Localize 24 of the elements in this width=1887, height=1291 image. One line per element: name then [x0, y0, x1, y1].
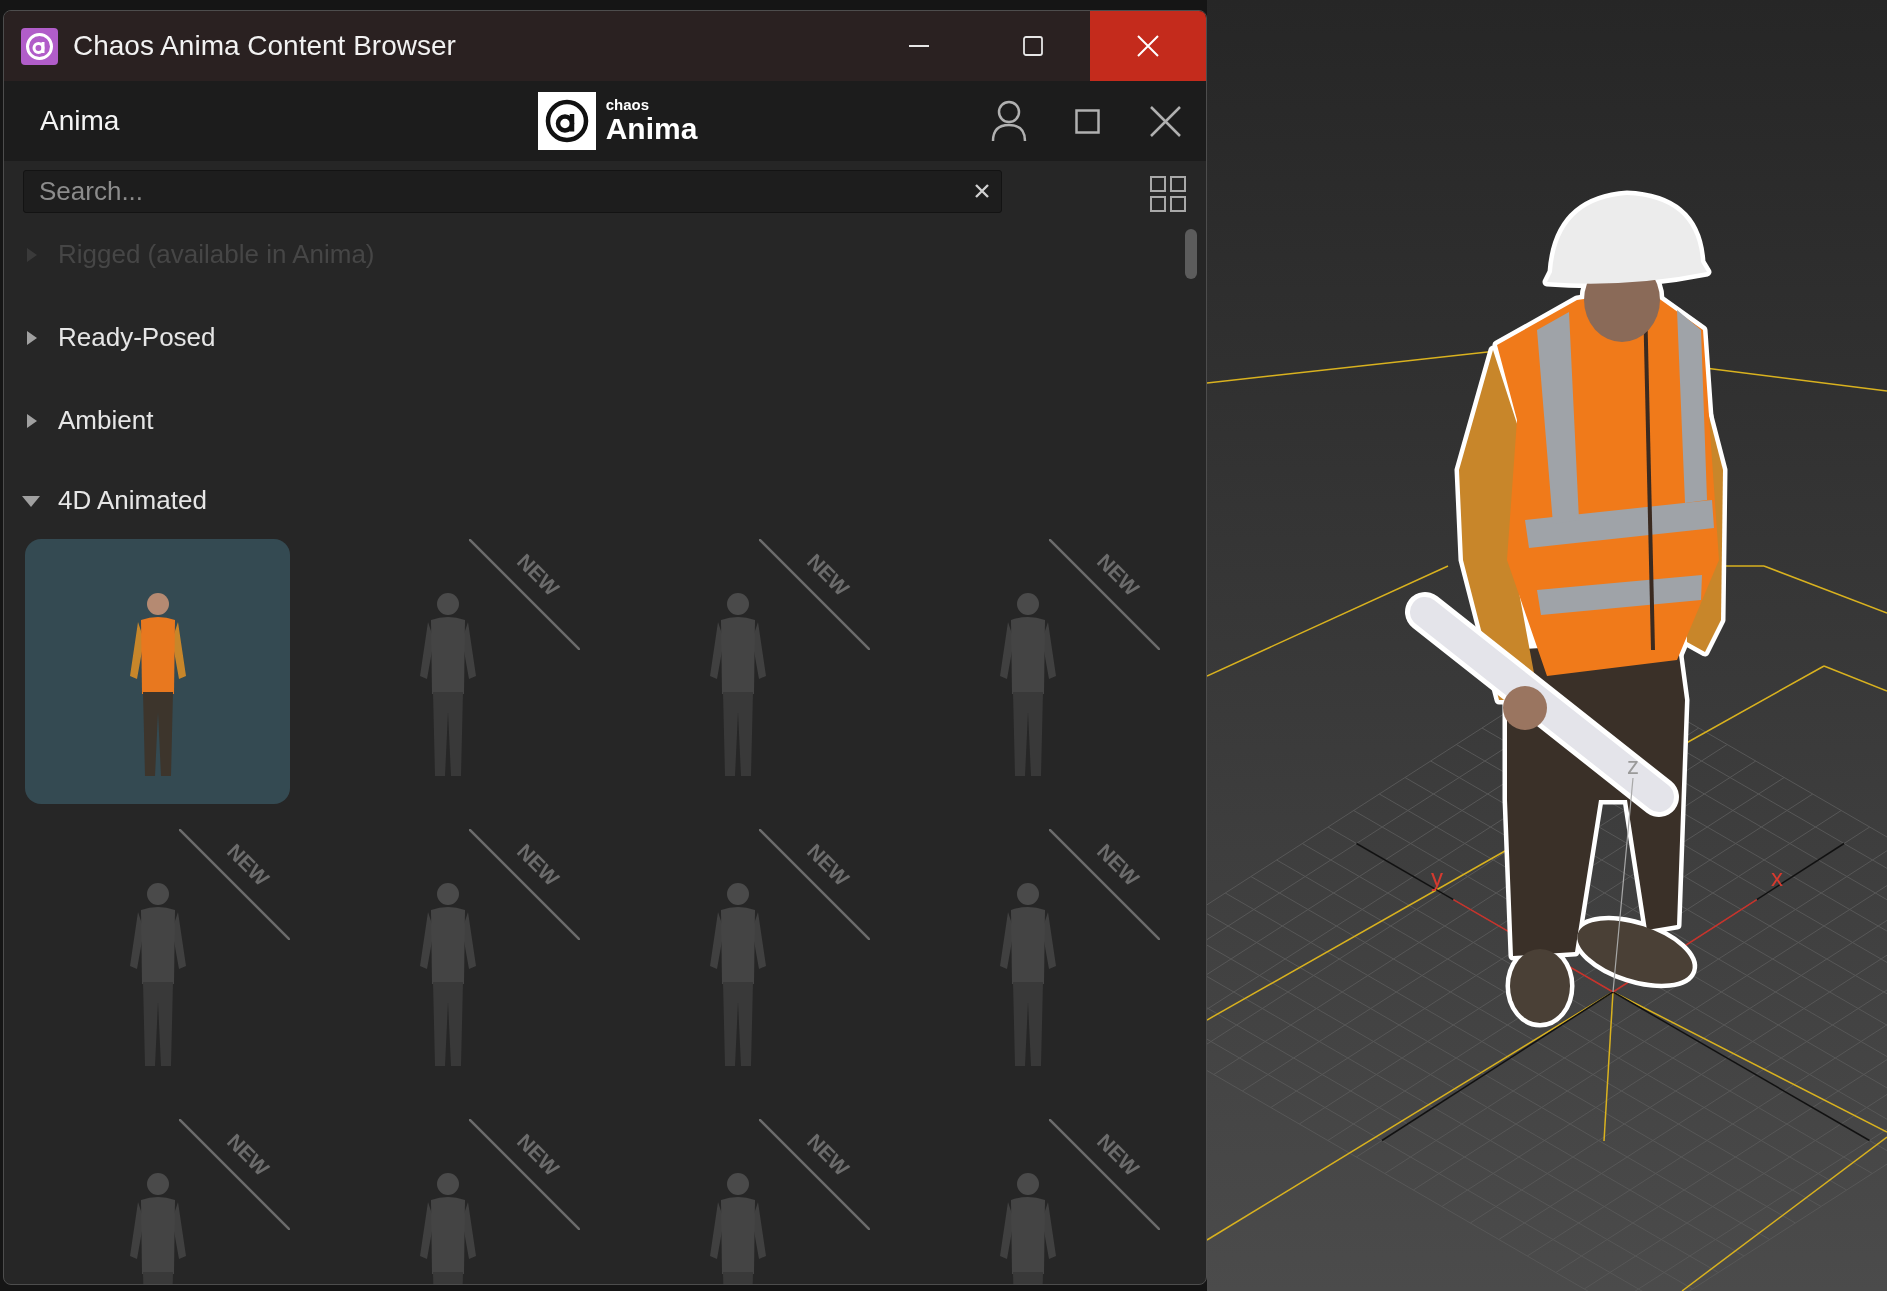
thumbnail-tile[interactable]	[25, 539, 290, 804]
search-field[interactable]: Search...	[23, 170, 1002, 213]
user-icon	[991, 100, 1027, 142]
header-title: Anima	[40, 105, 120, 136]
category-header[interactable]: Ready-Posed	[4, 296, 226, 379]
category-header[interactable]: Ambient	[4, 379, 164, 462]
close-icon	[1149, 105, 1181, 137]
category-header[interactable]: 4D Animated	[4, 462, 217, 539]
minimize-icon	[909, 45, 929, 47]
close-icon	[1137, 35, 1159, 57]
logo-wordmark: Anima	[605, 113, 698, 145]
scrollbar-thumb[interactable]	[1185, 229, 1197, 279]
axis-label: y	[1431, 864, 1443, 891]
grid-icon	[1150, 176, 1186, 212]
app-logo-icon	[21, 27, 58, 65]
grid-view-button[interactable]	[1149, 175, 1187, 213]
square-icon	[1074, 108, 1100, 134]
logo-mark-icon	[537, 92, 596, 150]
window-title: Chaos Anima Content Browser	[73, 29, 456, 63]
maximize-icon	[1023, 36, 1043, 56]
close-icon	[975, 184, 989, 198]
logo-small-text: chaos	[605, 97, 649, 113]
axis-label: z	[1627, 752, 1639, 779]
axis-label: x	[1771, 864, 1783, 891]
